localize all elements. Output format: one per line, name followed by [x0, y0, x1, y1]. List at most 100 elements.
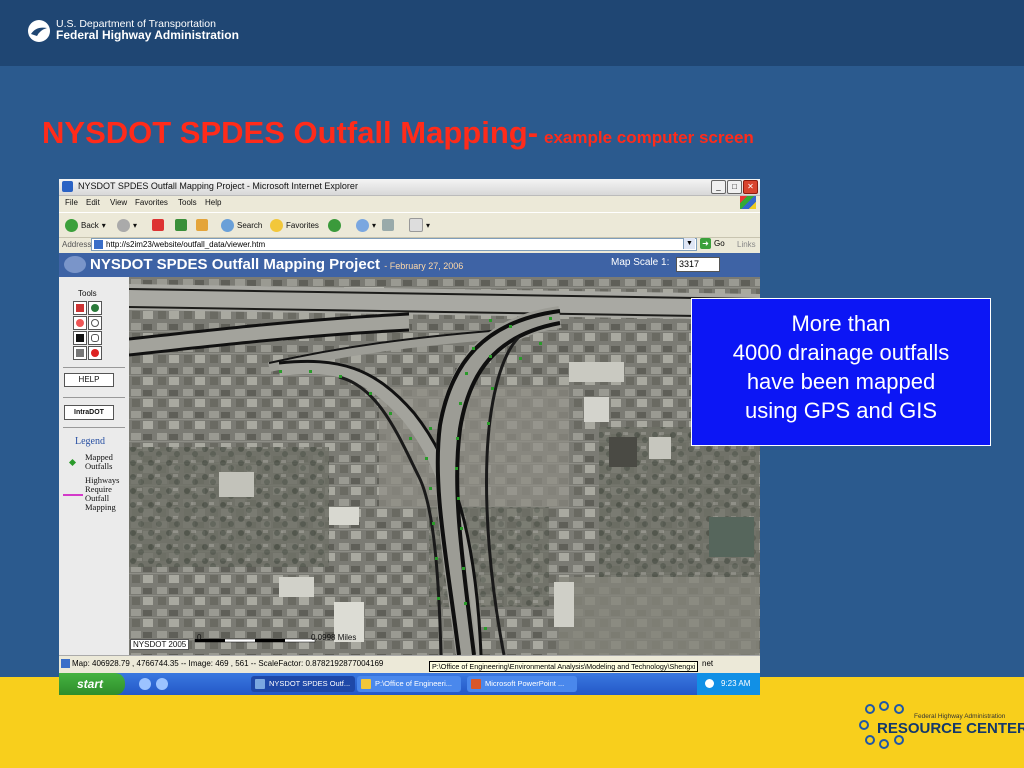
- globe-tool[interactable]: [88, 301, 102, 315]
- footer-brand-big: RESOURCE CENTER: [877, 720, 1024, 737]
- links-button[interactable]: Links: [737, 240, 756, 249]
- slide-title: NYSDOT SPDES Outfall Mapping-example com…: [42, 115, 754, 151]
- clock-icon: [705, 679, 714, 688]
- help-button[interactable]: HELP: [64, 373, 114, 387]
- edit-page-icon: [409, 218, 423, 232]
- task-powerpoint-window[interactable]: Microsoft PowerPoint ...: [467, 676, 577, 692]
- callout-line-2: 4000 drainage outfalls: [732, 340, 950, 365]
- aerial-map[interactable]: NYSDOT 2005 0 0.0998 Miles: [129, 277, 760, 655]
- edit-button[interactable]: ▾: [409, 218, 430, 232]
- address-bar: Address http://s2im23/website/outfall_da…: [59, 237, 760, 252]
- full-extent-tool[interactable]: [73, 301, 87, 315]
- status-text: Map: 406928.79 , 4766744.35 -- Image: 46…: [72, 659, 384, 668]
- page-status-icon: [61, 659, 70, 668]
- back-button[interactable]: Back ▾: [65, 218, 106, 232]
- map-scale-input[interactable]: 3317: [676, 257, 720, 272]
- home-button[interactable]: [196, 218, 208, 232]
- menu-favorites[interactable]: Favorites: [135, 198, 168, 207]
- legend-mapped-outfalls: Mapped Outfalls: [85, 452, 113, 471]
- divider: [63, 397, 125, 398]
- menu-edit[interactable]: Edit: [86, 198, 100, 207]
- quicklaunch-ie-icon[interactable]: [156, 678, 168, 690]
- pan-tool[interactable]: [88, 331, 102, 345]
- favorites-button[interactable]: Favorites: [270, 218, 319, 232]
- minimize-button[interactable]: _: [711, 180, 726, 194]
- clock-time[interactable]: 9:23 AM: [721, 673, 750, 695]
- taskbar: start NYSDOT SPDES Outf... P:\Office of …: [59, 673, 760, 695]
- windows-flag-icon: [740, 196, 756, 209]
- history-button[interactable]: [328, 218, 341, 232]
- map-extent-icon: [76, 304, 84, 312]
- agency-line-2: Federal Highway Administration: [56, 28, 239, 42]
- nysdot-logo-icon: [64, 256, 86, 273]
- maximize-button[interactable]: □: [727, 180, 742, 194]
- menu-help[interactable]: Help: [205, 198, 221, 207]
- task-label: P:\Office of Engineeri...: [375, 679, 452, 688]
- print-button[interactable]: [382, 218, 394, 232]
- menu-view[interactable]: View: [110, 198, 127, 207]
- legend-highways: Highways Require Outfall Mapping: [85, 475, 120, 512]
- browser-window: NYSDOT SPDES Outfall Mapping Project - M…: [59, 179, 760, 695]
- app-date: - February 27, 2006: [384, 261, 464, 271]
- app-header: NYSDOT SPDES Outfall Mapping Project - F…: [59, 253, 760, 277]
- print-tool[interactable]: [73, 346, 87, 360]
- mail-icon: [356, 218, 369, 232]
- refresh-button[interactable]: [175, 218, 187, 232]
- callout-line-4: using GPS and GIS: [745, 398, 937, 423]
- outfall-marker-icon: [68, 458, 77, 467]
- page-icon: [94, 240, 103, 249]
- info-icon: [91, 349, 99, 357]
- address-input[interactable]: http://s2im23/website/outfall_data/viewe…: [91, 238, 697, 251]
- close-button[interactable]: ✕: [743, 180, 758, 194]
- print-icon: [382, 219, 394, 231]
- status-bar: Map: 406928.79 , 4766744.35 -- Image: 46…: [59, 655, 760, 672]
- mail-button[interactable]: ▾: [356, 218, 376, 232]
- star-icon: [270, 218, 283, 232]
- zoom-out-icon: [91, 319, 99, 327]
- stop-button[interactable]: [152, 218, 164, 232]
- system-tray: 9:23 AM: [697, 673, 760, 695]
- globe-icon: [91, 304, 99, 312]
- menu-tools[interactable]: Tools: [178, 198, 197, 207]
- app-title: NYSDOT SPDES Outfall Mapping Project - F…: [90, 256, 463, 273]
- window-title: NYSDOT SPDES Outfall Mapping Project - M…: [78, 181, 358, 191]
- legend-title: Legend: [75, 436, 105, 447]
- map-image[interactable]: [129, 277, 760, 655]
- usdot-logo-icon: [28, 20, 50, 42]
- search-icon: [221, 218, 234, 232]
- zoom-in-tool[interactable]: [73, 316, 87, 330]
- info-tool[interactable]: [88, 346, 102, 360]
- zoom-out-tool[interactable]: [88, 316, 102, 330]
- go-arrow-icon: ➜: [700, 238, 711, 249]
- search-button[interactable]: Search: [221, 218, 262, 232]
- go-label: Go: [714, 239, 725, 248]
- task-ie-window[interactable]: NYSDOT SPDES Outf...: [251, 676, 355, 692]
- previous-extent-icon: [76, 334, 84, 342]
- start-button[interactable]: start: [59, 673, 125, 695]
- agency-name: U.S. Department of Transportation Federa…: [56, 19, 239, 42]
- printer-icon: [76, 349, 84, 357]
- address-dropdown-button[interactable]: ▼: [683, 238, 695, 249]
- intradot-button[interactable]: IntraDOT: [64, 405, 114, 420]
- forward-button[interactable]: ▾: [117, 218, 137, 232]
- tools-label: Tools: [78, 289, 97, 298]
- task-label: Microsoft PowerPoint ...: [485, 679, 565, 688]
- quicklaunch-desktop-icon[interactable]: [139, 678, 151, 690]
- footer-brand-small: Federal Highway Administration: [914, 713, 1006, 720]
- header-bar: U.S. Department of Transportation Federa…: [0, 0, 1024, 66]
- task-explorer-window[interactable]: P:\Office of Engineeri...: [357, 676, 461, 692]
- back-extent-tool[interactable]: [73, 331, 87, 345]
- go-button[interactable]: ➜ Go: [700, 238, 725, 249]
- address-label: Address: [62, 240, 92, 249]
- refresh-icon: [175, 219, 187, 231]
- ie-icon: [62, 181, 73, 192]
- back-arrow-icon: [65, 218, 78, 232]
- path-tooltip: P:\Office of Engineering\Environmental A…: [429, 661, 699, 672]
- map-scale-label: Map Scale 1:: [611, 257, 670, 268]
- callout-line-3: have been mapped: [746, 369, 936, 394]
- search-label: Search: [237, 220, 263, 230]
- folder-icon: [361, 679, 371, 689]
- ie-task-icon: [255, 679, 265, 689]
- menu-file[interactable]: File: [65, 198, 78, 207]
- slide-title-main: NYSDOT SPDES Outfall Mapping-: [42, 115, 539, 150]
